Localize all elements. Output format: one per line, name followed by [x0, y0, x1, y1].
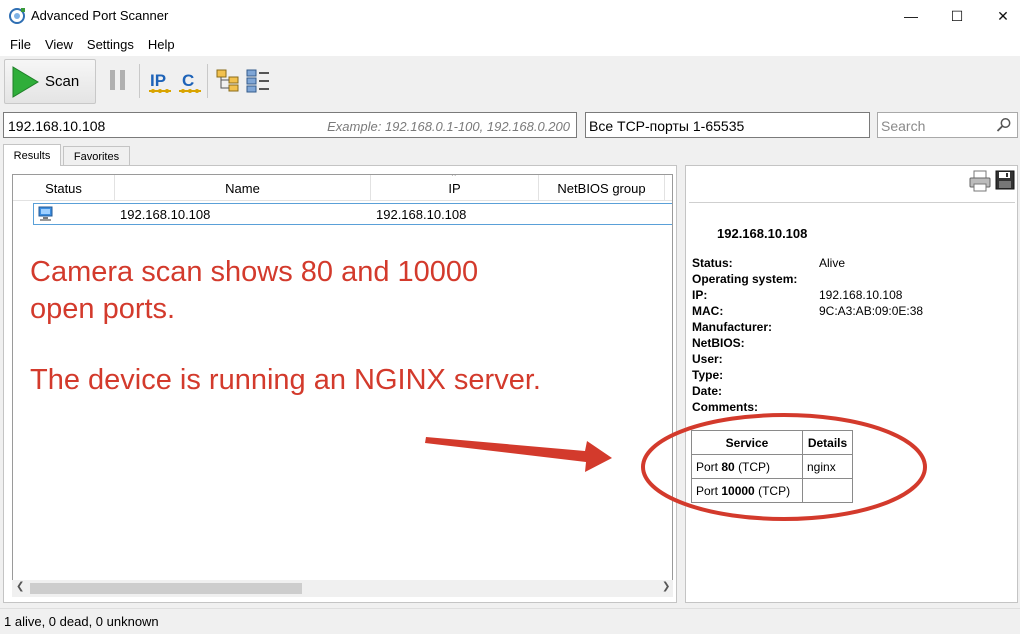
annotation-text: Camera scan shows 80 and 10000 open port…	[30, 254, 478, 328]
status-bar: 1 alive, 0 dead, 0 unknown	[0, 608, 1020, 634]
computer-icon	[37, 206, 55, 225]
detail-label-user: User:	[692, 352, 723, 366]
toolbar-separator	[139, 64, 140, 98]
collapse-all-icon[interactable]	[246, 69, 270, 96]
ports-input[interactable]: Все TCP-порты 1-65535	[585, 112, 870, 138]
ip-subnet-icon[interactable]: IP	[148, 68, 172, 99]
scan-button[interactable]: Scan	[4, 59, 96, 104]
column-header-name[interactable]: Name	[115, 175, 371, 201]
services-header-details: Details	[802, 430, 853, 455]
title-bar: Advanced Port Scanner — ☐ ✕	[0, 0, 1020, 32]
service-port: 10000	[721, 483, 755, 498]
detail-label-comments: Comments:	[692, 400, 759, 414]
detail-label-status: Status:	[692, 256, 733, 270]
detail-value-mac: 9C:A3:AB:09:0E:38	[819, 304, 924, 318]
menu-settings[interactable]: Settings	[80, 37, 141, 52]
row-ip: 192.168.10.108	[376, 207, 467, 222]
service-proto: (TCP)	[738, 459, 771, 474]
minimize-button[interactable]: —	[888, 0, 934, 32]
scan-button-label: Scan	[45, 73, 80, 90]
menu-file[interactable]: File	[3, 37, 38, 52]
detail-label-type: Type:	[692, 368, 724, 382]
pause-icon[interactable]	[108, 69, 128, 91]
detail-label-netbios: NetBIOS:	[692, 336, 745, 350]
service-cell: Port 10000 (TCP)	[691, 478, 803, 503]
ports-value: Все TCP-порты 1-65535	[589, 118, 745, 134]
column-header-status[interactable]: Status	[13, 175, 115, 201]
c-subnet-icon[interactable]: C	[178, 68, 202, 99]
scroll-left-icon[interactable]: ❮	[16, 581, 24, 592]
ip-range-value: 192.168.10.108	[8, 118, 106, 134]
tab-favorites[interactable]: Favorites	[63, 146, 130, 166]
scrollbar-thumb[interactable]	[30, 583, 302, 594]
service-cell: Port 80 (TCP)	[691, 454, 803, 479]
details-panel: 192.168.10.108 Status: Alive Operating s…	[685, 165, 1018, 603]
services-header-row: Service Details	[691, 430, 853, 455]
details-ip-heading: 192.168.10.108	[717, 226, 808, 241]
expand-all-icon[interactable]	[216, 69, 240, 96]
service-details	[802, 478, 853, 503]
detail-label-mac: MAC:	[692, 304, 724, 318]
services-table: Service Details Port 80 (TCP) nginx Port…	[691, 430, 853, 503]
detail-label-manufacturer: Manufacturer:	[692, 320, 773, 334]
details-divider	[689, 202, 1015, 203]
horizontal-scrollbar[interactable]: ❮ ❯	[12, 580, 673, 597]
print-icon[interactable]	[969, 170, 991, 195]
detail-value-ip: 192.168.10.108	[819, 288, 903, 302]
service-port: 80	[721, 459, 735, 474]
table-header: Status Name IP NetBIOS group ⌃	[13, 174, 672, 201]
service-row[interactable]: Port 10000 (TCP)	[691, 478, 853, 503]
tab-results[interactable]: Results	[3, 144, 61, 166]
c-icon-text: C	[182, 71, 194, 90]
column-header-netbios-group[interactable]: NetBIOS group	[539, 175, 665, 201]
menu-view[interactable]: View	[38, 37, 80, 52]
close-button[interactable]: ✕	[980, 0, 1020, 32]
annotation-line: open ports.	[30, 293, 176, 325]
service-row[interactable]: Port 80 (TCP) nginx	[691, 454, 853, 479]
annotation-line: Camera scan shows 80 and 10000	[30, 256, 479, 288]
search-placeholder: Search	[881, 118, 926, 134]
window-title: Advanced Port Scanner	[31, 8, 169, 23]
detail-label-ip: IP:	[692, 288, 708, 302]
service-prefix: Port	[696, 483, 719, 498]
toolbar-separator	[207, 64, 208, 98]
ip-range-input[interactable]: 192.168.10.108 Example: 192.168.0.1-100,…	[3, 112, 577, 138]
save-icon[interactable]	[995, 170, 1015, 193]
search-icon[interactable]	[996, 117, 1012, 136]
ip-range-example: Example: 192.168.0.1-100, 192.168.0.200	[327, 119, 570, 134]
services-header-service: Service	[691, 430, 803, 455]
ip-icon-text: IP	[150, 71, 166, 90]
service-proto: (TCP)	[758, 483, 791, 498]
app-logo-icon	[8, 7, 26, 25]
menu-help[interactable]: Help	[141, 37, 182, 52]
search-input[interactable]: Search	[877, 112, 1018, 138]
toolbar: Scan IP C	[0, 56, 1020, 108]
maximize-button[interactable]: ☐	[934, 0, 980, 32]
service-prefix: Port	[696, 459, 719, 474]
menu-bar: File View Settings Help	[0, 32, 1020, 56]
table-row[interactable]: 192.168.10.108 192.168.10.108	[33, 203, 672, 225]
annotation-text: The device is running an NGINX server.	[30, 362, 541, 399]
row-name: 192.168.10.108	[120, 207, 211, 222]
status-text: 1 alive, 0 dead, 0 unknown	[4, 614, 159, 629]
detail-value-status: Alive	[819, 256, 846, 270]
play-icon	[11, 65, 39, 98]
service-details: nginx	[802, 454, 853, 479]
sort-ascending-icon: ⌃	[450, 174, 458, 182]
detail-label-date: Date:	[692, 384, 723, 398]
detail-label-os: Operating system:	[692, 272, 798, 286]
scroll-right-icon[interactable]: ❯	[662, 581, 670, 592]
annotation-line: The device is running an NGINX server.	[30, 364, 541, 396]
